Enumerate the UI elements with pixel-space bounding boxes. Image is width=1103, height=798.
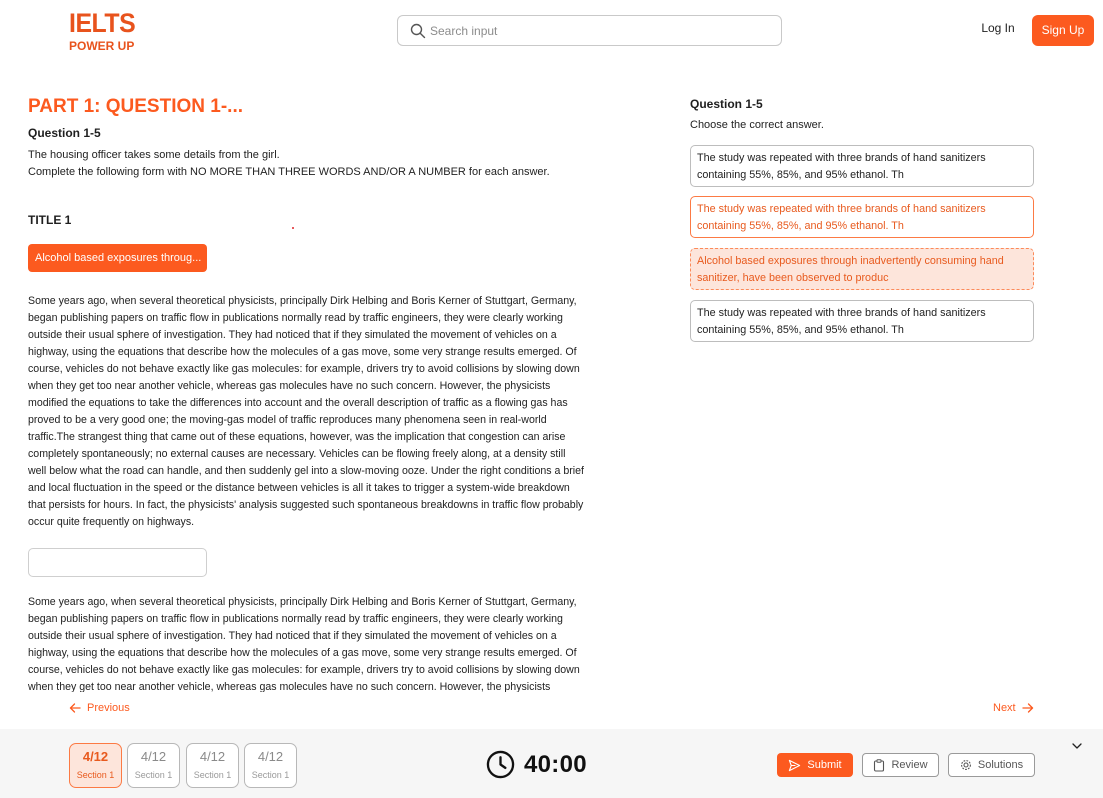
section-progress: 4/12 — [82, 749, 109, 764]
instruction-line-1: The housing officer takes some details f… — [28, 149, 280, 161]
send-icon — [789, 759, 801, 771]
section-progress: 4/12 — [257, 749, 284, 764]
answer-option-4[interactable]: The study was repeated with three brands… — [690, 300, 1034, 342]
passage-paragraph-1: Some years ago, when several theoretical… — [28, 295, 584, 528]
section-tab-1[interactable]: 4/12 Section 1 — [69, 743, 122, 788]
section-tab-2[interactable]: 4/12 Section 1 — [127, 743, 180, 788]
review-label: Review — [891, 759, 928, 771]
passage-paragraph-2: Some years ago, when several theoretical… — [28, 596, 580, 692]
answer-option-2-selected[interactable]: The study was repeated with three brands… — [690, 196, 1034, 238]
instruction-line-2: Complete the following form with NO MORE… — [28, 166, 550, 178]
submit-button[interactable]: Submit — [777, 753, 853, 777]
section-label: Section 1 — [193, 770, 232, 780]
log-in-link[interactable]: Log In — [973, 21, 1023, 35]
previous-label: Previous — [87, 702, 130, 714]
cursor-dot — [292, 227, 294, 229]
top-header: IELTS POWER UP Log In Sign Up — [0, 0, 1103, 62]
review-button[interactable]: Review — [862, 753, 939, 777]
section-label: Section 1 — [76, 770, 115, 780]
solutions-button[interactable]: Solutions — [948, 753, 1035, 777]
chevron-down-icon[interactable] — [1071, 740, 1083, 752]
answer-blank-input[interactable] — [28, 548, 207, 577]
search-bar[interactable] — [397, 15, 782, 46]
section-label: Section 1 — [251, 770, 290, 780]
reading-pane[interactable]: PART 1: QUESTION 1-... Question 1-5 The … — [28, 90, 588, 692]
section-tab-4[interactable]: 4/12 Section 1 — [244, 743, 297, 788]
answer-option-3-highlighted[interactable]: Alcohol based exposures through inadvert… — [690, 248, 1034, 290]
search-icon — [410, 23, 426, 39]
sign-up-button[interactable]: Sign Up — [1032, 15, 1094, 46]
section-tab-3[interactable]: 4/12 Section 1 — [186, 743, 239, 788]
next-button[interactable]: Next — [993, 702, 1034, 714]
countdown-timer: 40:00 — [486, 750, 587, 779]
section-progress: 4/12 — [199, 749, 226, 764]
submit-label: Submit — [807, 759, 842, 771]
bottom-toolbar: 4/12 Section 1 4/12 Section 1 4/12 Secti… — [0, 729, 1103, 798]
search-input[interactable] — [430, 20, 770, 42]
question-pane: Question 1-5 Choose the correct answer. … — [690, 96, 1035, 342]
logo-text-ielts: IELTS — [69, 8, 136, 38]
filled-answer-pill[interactable]: Alcohol based exposures throug... — [28, 244, 207, 272]
gear-icon — [960, 760, 971, 770]
ielts-power-up-logo[interactable]: IELTS POWER UP — [69, 10, 139, 54]
section-label: Section 1 — [134, 770, 173, 780]
answer-option-1[interactable]: The study was repeated with three brands… — [690, 145, 1034, 187]
solutions-label: Solutions — [977, 759, 1024, 771]
logo-text-power-up: POWER UP — [69, 39, 135, 53]
part-title: PART 1: QUESTION 1-... — [28, 96, 244, 117]
section-progress: 4/12 — [140, 749, 167, 764]
arrow-right-icon — [1021, 703, 1033, 713]
arrow-left-icon — [69, 703, 81, 713]
next-label: Next — [993, 702, 1016, 714]
section-title: TITLE 1 — [28, 213, 72, 227]
clock-icon — [486, 750, 515, 779]
question-title: Question 1-5 — [690, 97, 763, 111]
instructions: The housing officer takes some details f… — [28, 147, 588, 181]
question-range-title: Question 1-5 — [28, 126, 101, 140]
timer-value: 40:00 — [524, 750, 587, 778]
clipboard-icon — [874, 758, 885, 772]
previous-button[interactable]: Previous — [69, 702, 130, 714]
question-instruction: Choose the correct answer. — [690, 119, 824, 131]
